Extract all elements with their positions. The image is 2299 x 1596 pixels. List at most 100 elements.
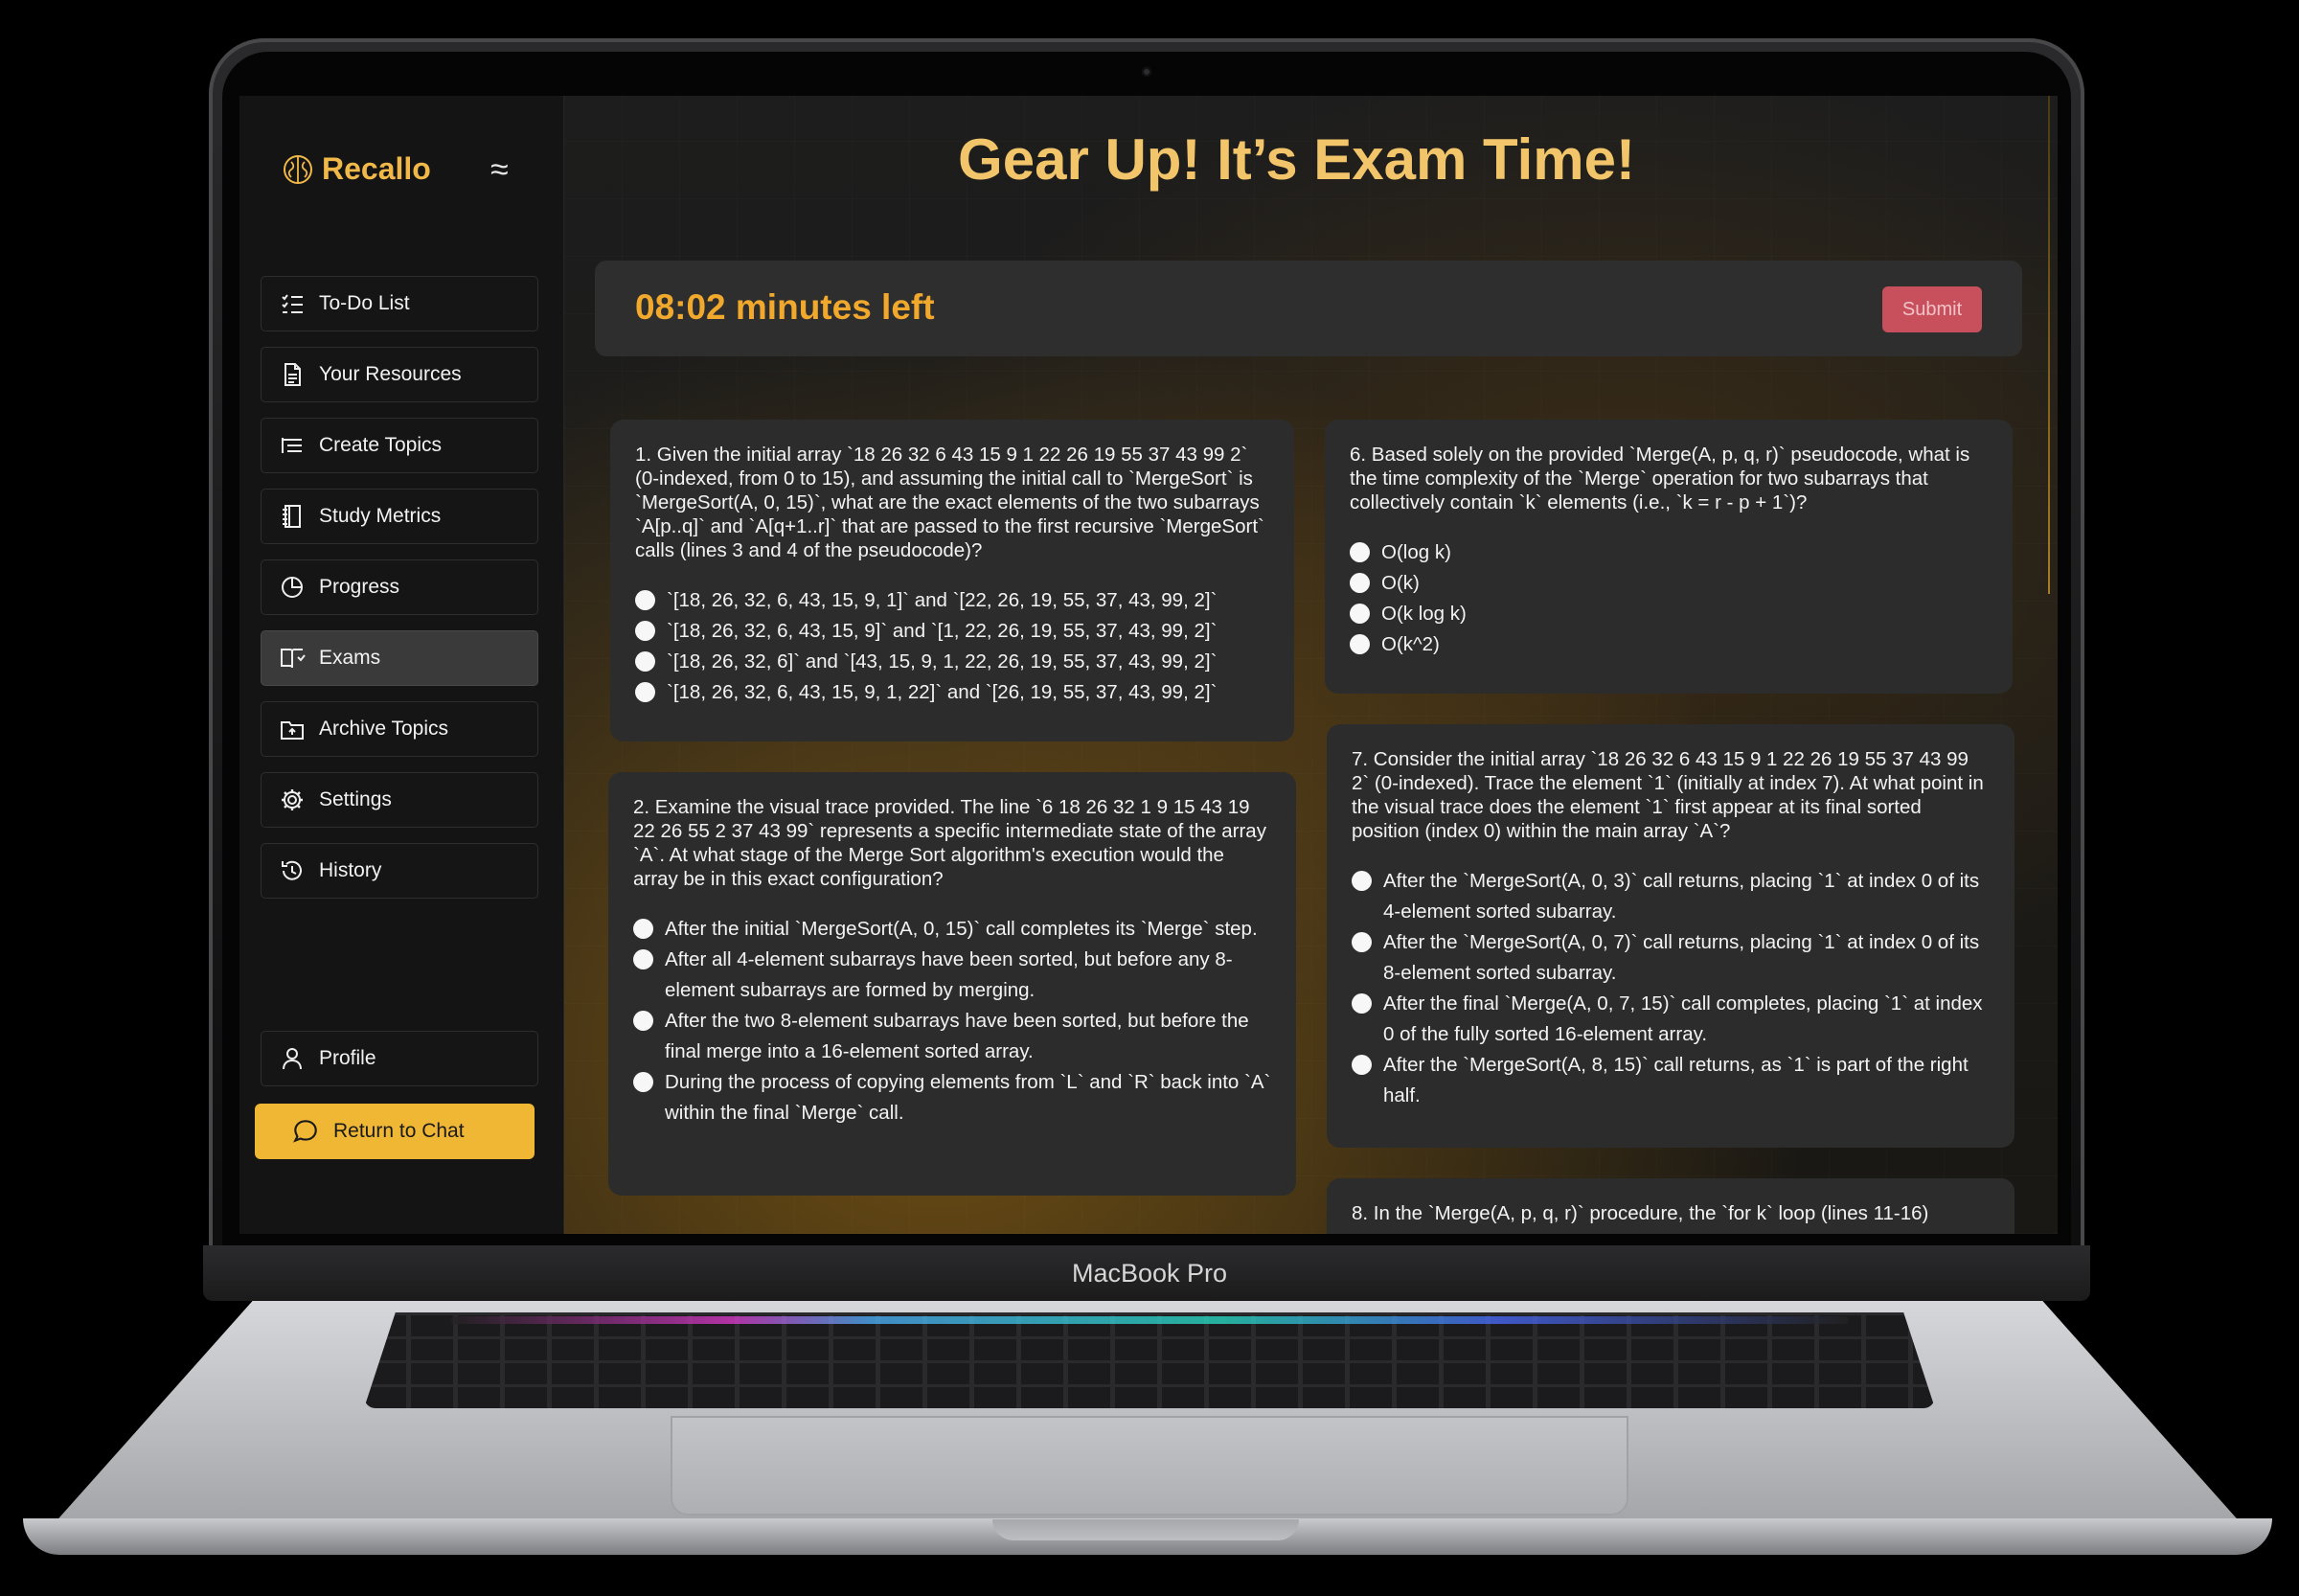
device-label: MacBook Pro <box>1071 1259 1228 1288</box>
sidebar: Recallo ≈ To-Do List Your Resources Crea… <box>239 96 564 1234</box>
return-to-chat-label: Return to Chat <box>333 1120 465 1142</box>
answer-option[interactable]: After the two 8-element subarrays have b… <box>633 1006 1271 1067</box>
question-text: 2. Examine the visual trace provided. Th… <box>633 796 1266 890</box>
profile-label: Profile <box>319 1047 376 1069</box>
sidebar-item-label: History <box>319 859 382 881</box>
radio-button[interactable] <box>1352 932 1372 952</box>
radio-button[interactable] <box>1350 573 1370 593</box>
answer-option[interactable]: After the `MergeSort(A, 0, 3)` call retu… <box>1352 866 1990 927</box>
sidebar-item-history[interactable]: History <box>261 843 538 899</box>
option-label: After the `MergeSort(A, 0, 7)` call retu… <box>1383 931 1980 984</box>
option-label: O(k log k) <box>1381 603 1467 625</box>
radio-button[interactable] <box>1352 1055 1372 1075</box>
radio-button[interactable] <box>1350 634 1370 654</box>
radio-button[interactable] <box>1352 993 1372 1014</box>
book-icon <box>281 649 306 669</box>
question-text: 6. Based solely on the provided `Merge(A… <box>1350 444 1970 513</box>
sidebar-item-your-resources[interactable]: Your Resources <box>261 347 538 402</box>
app-logo[interactable]: Recallo <box>282 151 431 187</box>
sidebar-item-exams[interactable]: Exams <box>261 630 538 686</box>
return-to-chat-button[interactable]: Return to Chat <box>255 1104 535 1159</box>
sidebar-item-label: Archive Topics <box>319 718 449 740</box>
app-name: Recallo <box>322 151 431 186</box>
answer-option[interactable]: After the `MergeSort(A, 0, 7)` call retu… <box>1352 927 1990 989</box>
history-icon <box>282 860 302 880</box>
radio-button[interactable] <box>635 621 655 641</box>
option-label: O(k^2) <box>1381 633 1440 655</box>
sidebar-item-label: Your Resources <box>319 363 462 385</box>
webcam <box>1142 67 1151 77</box>
answer-option[interactable]: O(k log k) <box>1350 599 1988 629</box>
option-label: O(log k) <box>1381 541 1451 563</box>
question-text: 7. Consider the initial array `18 26 32 … <box>1352 748 1984 842</box>
radio-button[interactable] <box>635 651 655 672</box>
option-label: After the initial `MergeSort(A, 0, 15)` … <box>665 918 1258 940</box>
radio-button[interactable] <box>1350 604 1370 624</box>
menu-toggle-icon[interactable]: ≈ <box>490 151 509 189</box>
exam-timer-bar: 08:02 minutes left Submit <box>595 261 2022 356</box>
answer-option[interactable]: During the process of copying elements f… <box>633 1067 1271 1129</box>
trackpad <box>671 1416 1628 1516</box>
sidebar-item-todo-list[interactable]: To-Do List <box>261 276 538 331</box>
user-icon <box>283 1048 302 1070</box>
option-label: `[18, 26, 32, 6]` and `[43, 15, 9, 1, 22… <box>667 650 1218 673</box>
scrollbar[interactable] <box>2048 96 2050 594</box>
option-label: O(k) <box>1381 572 1420 594</box>
option-label: `[18, 26, 32, 6, 43, 15, 9]` and `[1, 22… <box>667 620 1218 642</box>
sidebar-item-profile[interactable]: Profile <box>261 1031 538 1086</box>
radio-button[interactable] <box>633 1011 653 1031</box>
keyboard <box>364 1312 1935 1408</box>
main-content: Gear Up! It’s Exam Time! 08:02 minutes l… <box>564 96 2058 1234</box>
answer-option[interactable]: `[18, 26, 32, 6, 43, 15, 9]` and `[1, 22… <box>635 616 1269 647</box>
time-remaining: 08:02 minutes left <box>635 287 935 327</box>
answer-option[interactable]: O(k^2) <box>1350 629 1988 660</box>
submit-button[interactable]: Submit <box>1882 286 1982 332</box>
sidebar-item-label: Exams <box>319 647 381 669</box>
sidebar-item-label: Create Topics <box>319 434 443 456</box>
answer-option[interactable]: O(k) <box>1350 568 1988 599</box>
answer-option[interactable]: After the initial `MergeSort(A, 0, 15)` … <box>633 914 1271 945</box>
chat-bubble-icon <box>293 1120 317 1143</box>
question-card: 7. Consider the initial array `18 26 32 … <box>1327 724 2014 1148</box>
answer-option[interactable]: After the `MergeSort(A, 8, 15)` call ret… <box>1352 1050 1990 1111</box>
pie-chart-icon <box>282 577 303 598</box>
list-icon <box>282 438 302 453</box>
sidebar-item-study-metrics[interactable]: Study Metrics <box>261 489 538 544</box>
answer-option[interactable]: `[18, 26, 32, 6, 43, 15, 9, 1, 22]` and … <box>635 677 1269 708</box>
document-icon <box>285 363 301 386</box>
option-label: After the `MergeSort(A, 0, 3)` call retu… <box>1383 870 1980 923</box>
radio-button[interactable] <box>633 919 653 939</box>
question-card: 6. Based solely on the provided `Merge(A… <box>1325 420 2013 694</box>
radio-button[interactable] <box>635 590 655 610</box>
page-title: Gear Up! It’s Exam Time! <box>958 127 1635 192</box>
radio-button[interactable] <box>1350 542 1370 562</box>
answer-option[interactable]: O(log k) <box>1350 537 1988 568</box>
question-card: 2. Examine the visual trace provided. Th… <box>608 772 1296 1196</box>
option-label: After the `MergeSort(A, 8, 15)` call ret… <box>1383 1054 1969 1106</box>
option-label: After all 4-element subarrays have been … <box>665 948 1233 1001</box>
sidebar-item-archive-topics[interactable]: Archive Topics <box>261 701 538 757</box>
sidebar-item-label: Progress <box>319 576 400 598</box>
sidebar-item-settings[interactable]: Settings <box>261 772 538 828</box>
radio-button[interactable] <box>633 1072 653 1092</box>
option-label: `[18, 26, 32, 6, 43, 15, 9, 1, 22]` and … <box>667 681 1218 703</box>
radio-button[interactable] <box>633 949 653 969</box>
question-text: 8. In the `Merge(A, p, q, r)` procedure,… <box>1352 1202 1929 1224</box>
notebook-icon <box>283 505 301 528</box>
sidebar-item-create-topics[interactable]: Create Topics <box>261 418 538 473</box>
option-label: After the two 8-element subarrays have b… <box>665 1010 1249 1062</box>
question-card: 8. In the `Merge(A, p, q, r)` procedure,… <box>1327 1178 2014 1234</box>
checklist-icon <box>282 294 303 313</box>
option-label: During the process of copying elements f… <box>665 1071 1271 1124</box>
answer-option[interactable]: After the final `Merge(A, 0, 7, 15)` cal… <box>1352 989 1990 1050</box>
radio-button[interactable] <box>1352 871 1372 891</box>
sidebar-item-label: To-Do List <box>319 292 410 314</box>
answer-option[interactable]: After all 4-element subarrays have been … <box>633 945 1271 1006</box>
radio-button[interactable] <box>635 682 655 702</box>
answer-option[interactable]: `[18, 26, 32, 6]` and `[43, 15, 9, 1, 22… <box>635 647 1269 677</box>
sidebar-item-progress[interactable]: Progress <box>261 559 538 615</box>
gear-icon <box>282 789 303 810</box>
answer-option[interactable]: `[18, 26, 32, 6, 43, 15, 9, 1]` and `[22… <box>635 585 1269 616</box>
folder-icon <box>281 721 304 740</box>
question-text: 1. Given the initial array `18 26 32 6 4… <box>635 444 1264 561</box>
